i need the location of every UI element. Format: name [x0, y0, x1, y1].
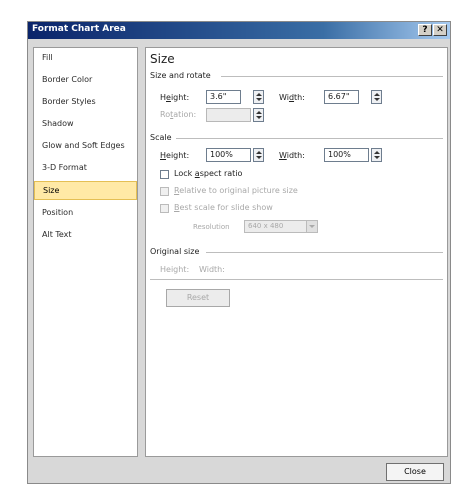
rotation-spinner: [253, 108, 264, 122]
rotation-label-pre: Ro: [160, 110, 171, 119]
relative-to-original-label-post: elative to original picture size: [179, 186, 298, 195]
scale-width-spinner[interactable]: [371, 148, 382, 162]
nav-item-position[interactable]: Position: [34, 203, 137, 222]
reset-button: Reset: [166, 289, 230, 307]
size-panel: Size Size and rotate Height: 3.6" Width:…: [145, 47, 448, 457]
rotation-input: [206, 108, 251, 122]
best-scale-checkbox: [160, 204, 169, 213]
width-label: Width:: [279, 93, 305, 102]
nav-item-border-styles[interactable]: Border Styles: [34, 92, 137, 111]
nav-item-label: Shadow: [42, 119, 74, 128]
close-x-button[interactable]: ✕: [433, 24, 447, 36]
lock-aspect-ratio-checkbox[interactable]: [160, 170, 169, 179]
best-scale-label: Best scale for slide show: [174, 203, 273, 212]
scale-height-label: Height:: [160, 151, 189, 160]
relative-to-original-label: Relative to original picture size: [174, 186, 298, 195]
format-chart-area-dialog: Format Chart Area ? ✕ Fill Border Color …: [27, 21, 451, 484]
chevron-down-icon: [306, 221, 317, 232]
category-list: Fill Border Color Border Styles Shadow G…: [33, 47, 138, 457]
section-original-size: Original size: [150, 247, 200, 256]
resolution-select: 640 x 480: [244, 220, 318, 233]
scale-width-label: Width:: [279, 151, 305, 160]
original-height-label: Height:: [160, 265, 190, 274]
original-size-underline: [150, 279, 443, 280]
nav-item-label: Alt Text: [42, 230, 72, 239]
height-label: Height:: [160, 93, 189, 102]
scale-width-input[interactable]: 100%: [324, 148, 369, 162]
section-divider: [221, 76, 443, 77]
help-button[interactable]: ?: [418, 24, 432, 36]
height-spinner[interactable]: [253, 90, 264, 104]
nav-item-border-color[interactable]: Border Color: [34, 70, 137, 89]
close-button[interactable]: Close: [386, 463, 444, 481]
resolution-value: 640 x 480: [248, 222, 284, 230]
lock-aspect-ratio-label-pre: Lock: [174, 169, 195, 178]
height-label-post: ight:: [170, 93, 190, 102]
section-scale: Scale: [150, 133, 172, 142]
scale-height-input[interactable]: 100%: [206, 148, 251, 162]
scale-width-label-post: idth:: [286, 151, 305, 160]
scale-width-label-key: W: [279, 151, 287, 160]
width-label-post: th:: [294, 93, 305, 102]
nav-item-label: Border Styles: [42, 97, 96, 106]
section-size-and-rotate: Size and rotate: [150, 71, 211, 80]
width-spinner[interactable]: [371, 90, 382, 104]
nav-item-label: Border Color: [42, 75, 93, 84]
width-label-pre: Wi: [279, 93, 289, 102]
original-width-label: Width:: [199, 265, 225, 274]
nav-item-label: 3-D Format: [42, 163, 87, 172]
nav-item-label: Position: [42, 208, 74, 217]
scale-height-spinner[interactable]: [253, 148, 264, 162]
rotation-label: Rotation:: [160, 110, 196, 119]
nav-item-label: Size: [43, 186, 60, 195]
rotation-label-post: ation:: [173, 110, 197, 119]
height-input[interactable]: 3.6": [206, 90, 241, 104]
nav-item-alt-text[interactable]: Alt Text: [34, 225, 137, 244]
lock-aspect-ratio-label: Lock aspect ratio: [174, 169, 242, 178]
scale-height-label-post: eight:: [166, 151, 190, 160]
section-divider: [206, 252, 443, 253]
title-bar: Format Chart Area ? ✕: [28, 22, 450, 39]
nav-item-3d-format[interactable]: 3-D Format: [34, 158, 137, 177]
section-divider: [176, 138, 443, 139]
relative-to-original-checkbox: [160, 187, 169, 196]
lock-aspect-ratio-label-post: spect ratio: [199, 169, 243, 178]
nav-item-size[interactable]: Size: [34, 181, 137, 200]
nav-item-label: Fill: [42, 53, 53, 62]
resolution-label: Resolution: [193, 223, 230, 231]
panel-heading: Size: [150, 52, 175, 66]
nav-item-label: Glow and Soft Edges: [42, 141, 125, 150]
nav-item-shadow[interactable]: Shadow: [34, 114, 137, 133]
nav-item-fill[interactable]: Fill: [34, 48, 137, 67]
dialog-title: Format Chart Area: [32, 24, 126, 34]
nav-item-glow-soft-edges[interactable]: Glow and Soft Edges: [34, 136, 137, 155]
width-input[interactable]: 6.67": [324, 90, 359, 104]
best-scale-label-post: est scale for slide show: [179, 203, 273, 212]
